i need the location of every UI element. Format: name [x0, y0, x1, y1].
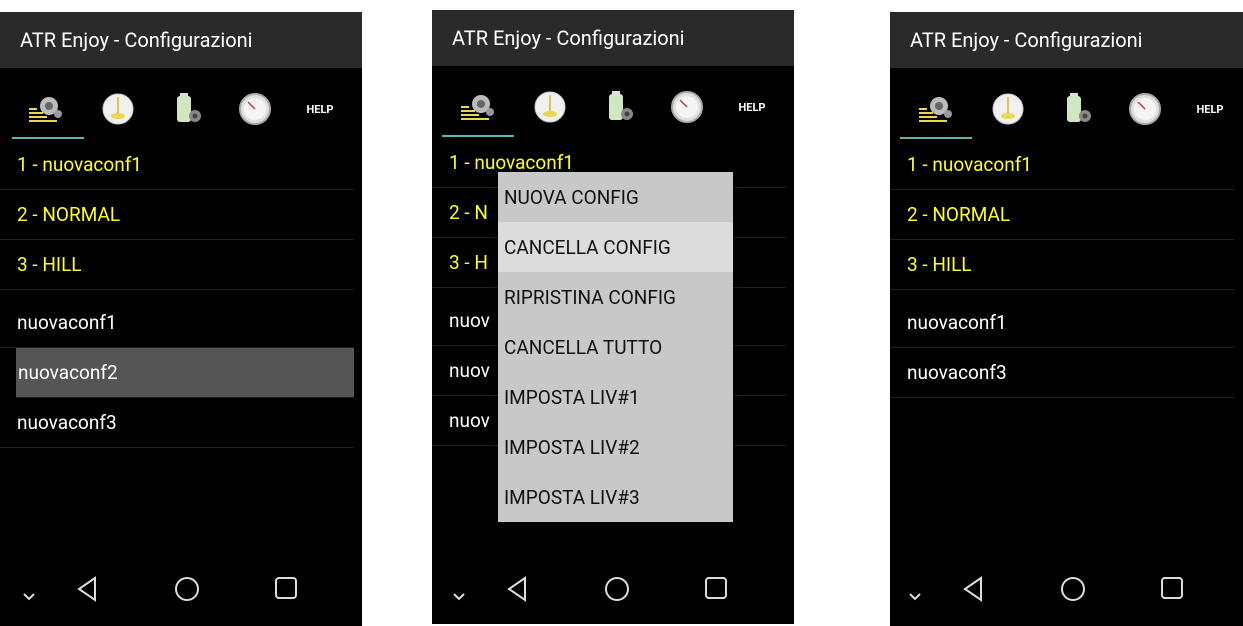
recent-square-icon[interactable] — [274, 576, 298, 600]
chevron-down-icon[interactable] — [452, 592, 466, 602]
user-config-row[interactable]: nuovaconf1 — [890, 298, 1235, 348]
battery-settings-icon — [609, 91, 633, 120]
recent-square-icon[interactable] — [1160, 576, 1184, 600]
preset-config-row[interactable]: 2 - NORMAL — [0, 190, 354, 240]
tab-bar: HELP — [0, 80, 362, 140]
tab-levels[interactable] — [975, 80, 1041, 138]
preset-config-row[interactable]: 3 - HILL — [0, 240, 354, 290]
row-label: nuovaconf2 — [18, 361, 118, 384]
active-tab-indicator — [442, 135, 514, 137]
home-circle-icon[interactable] — [174, 576, 200, 602]
settings-list-icon — [29, 97, 62, 122]
system-nav-bar — [432, 566, 794, 614]
row-label: 1 - nuovaconf1 — [907, 153, 1032, 176]
tab-help[interactable]: HELP — [1180, 80, 1240, 138]
tab-speed[interactable] — [1115, 80, 1175, 138]
context-menu: NUOVA CONFIG CANCELLA CONFIG RIPRISTINA … — [498, 172, 733, 522]
app-title: ATR Enjoy - Configurazioni — [452, 26, 685, 50]
preset-config-row[interactable]: 2 - NORMAL — [890, 190, 1235, 240]
row-label: nuov — [449, 309, 490, 332]
tab-battery[interactable] — [155, 80, 221, 138]
row-label: nuov — [449, 359, 490, 382]
user-config-row[interactable]: nuovaconf1 — [0, 298, 354, 348]
row-label: nuovaconf1 — [17, 311, 117, 334]
recent-square-icon[interactable] — [704, 576, 728, 600]
row-label: nuovaconf3 — [907, 361, 1007, 384]
row-label: 3 - HILL — [907, 253, 972, 276]
preset-config-row[interactable]: 3 - HILL — [890, 240, 1235, 290]
row-label: nuov — [449, 409, 490, 432]
tab-battery[interactable] — [587, 78, 653, 136]
preset-config-row[interactable]: 1 - nuovaconf1 — [0, 140, 354, 190]
configuration-list: 1 - nuovaconf1 2 - NORMAL 3 - HILL nuova… — [890, 140, 1243, 398]
preset-config-row[interactable]: 1 - nuovaconf1 — [890, 140, 1235, 190]
battery-settings-icon — [1067, 93, 1091, 122]
speedometer-icon — [239, 93, 271, 125]
app-title: ATR Enjoy - Configurazioni — [20, 28, 253, 52]
app-title: ATR Enjoy - Configurazioni — [910, 28, 1143, 52]
tab-help[interactable]: HELP — [722, 78, 782, 136]
row-label: 1 - nuovaconf1 — [449, 151, 574, 174]
app-title-bar: ATR Enjoy - Configurazioni — [890, 12, 1243, 68]
user-config-row[interactable]: nuovaconf3 — [890, 348, 1235, 398]
speedometer-icon — [671, 91, 703, 123]
tab-levels[interactable] — [517, 78, 583, 136]
back-triangle-icon[interactable] — [76, 576, 98, 602]
phone-screen-3: ATR Enjoy - Configurazioni HELP 1 - nuov… — [890, 12, 1243, 626]
row-label: nuovaconf3 — [17, 411, 117, 434]
row-label: 1 - nuovaconf1 — [17, 153, 142, 176]
system-nav-bar — [0, 566, 362, 614]
chevron-down-icon[interactable] — [908, 592, 922, 602]
configuration-list: 1 - nuovaconf1 2 - NORMAL 3 - HILL nuova… — [0, 140, 362, 448]
menu-item-delete-config[interactable]: CANCELLA CONFIG — [498, 222, 733, 272]
menu-item-new-config[interactable]: NUOVA CONFIG — [498, 172, 733, 222]
tab-levels[interactable] — [85, 80, 151, 138]
menu-item-set-level-1[interactable]: IMPOSTA LIV#1 — [498, 372, 733, 422]
system-nav-bar — [890, 566, 1243, 614]
menu-item-restore-config[interactable]: RIPRISTINA CONFIG — [498, 272, 733, 322]
tab-configurations[interactable] — [442, 78, 512, 136]
help-label: HELP — [306, 102, 334, 116]
row-label: 2 - NORMAL — [17, 203, 121, 226]
back-triangle-icon[interactable] — [962, 576, 984, 602]
home-circle-icon[interactable] — [604, 576, 630, 602]
speedometer-icon — [1129, 93, 1161, 125]
app-title-bar: ATR Enjoy - Configurazioni — [432, 10, 794, 66]
settings-list-icon — [461, 95, 494, 120]
tab-speed[interactable] — [657, 78, 717, 136]
level-gauge-icon — [102, 93, 134, 125]
menu-item-set-level-3[interactable]: IMPOSTA LIV#3 — [498, 472, 733, 522]
row-label: 2 - N — [449, 201, 488, 224]
help-label: HELP — [1196, 102, 1224, 116]
back-triangle-icon[interactable] — [506, 576, 528, 602]
tab-configurations[interactable] — [900, 80, 970, 138]
menu-item-delete-all[interactable]: CANCELLA TUTTO — [498, 322, 733, 372]
level-gauge-icon — [534, 91, 566, 123]
row-label: 2 - NORMAL — [907, 203, 1011, 226]
user-config-row[interactable]: nuovaconf3 — [0, 398, 354, 448]
row-label: 3 - H — [449, 251, 488, 274]
phone-screen-1: ATR Enjoy - Configurazioni HELP 1 - nuov… — [0, 12, 362, 626]
phone-screen-2: ATR Enjoy - Configurazioni HELP 1 - nuov… — [432, 10, 794, 624]
menu-item-set-level-2[interactable]: IMPOSTA LIV#2 — [498, 422, 733, 472]
battery-settings-icon — [177, 93, 201, 122]
active-tab-indicator — [900, 137, 972, 139]
help-label: HELP — [738, 100, 766, 114]
tab-bar: HELP — [432, 78, 794, 138]
row-label: nuovaconf1 — [907, 311, 1007, 334]
level-gauge-icon — [992, 93, 1024, 125]
tab-speed[interactable] — [225, 80, 285, 138]
tab-battery[interactable] — [1045, 80, 1111, 138]
chevron-down-icon[interactable] — [22, 592, 36, 602]
app-title-bar: ATR Enjoy - Configurazioni — [0, 12, 362, 68]
user-config-row-selected[interactable]: nuovaconf2 — [16, 348, 354, 398]
row-label: 3 - HILL — [17, 253, 82, 276]
settings-list-icon — [919, 97, 952, 122]
tab-help[interactable]: HELP — [290, 80, 350, 138]
tab-bar: HELP — [890, 80, 1243, 140]
tab-configurations[interactable] — [10, 80, 80, 138]
home-circle-icon[interactable] — [1060, 576, 1086, 602]
active-tab-indicator — [12, 137, 84, 139]
